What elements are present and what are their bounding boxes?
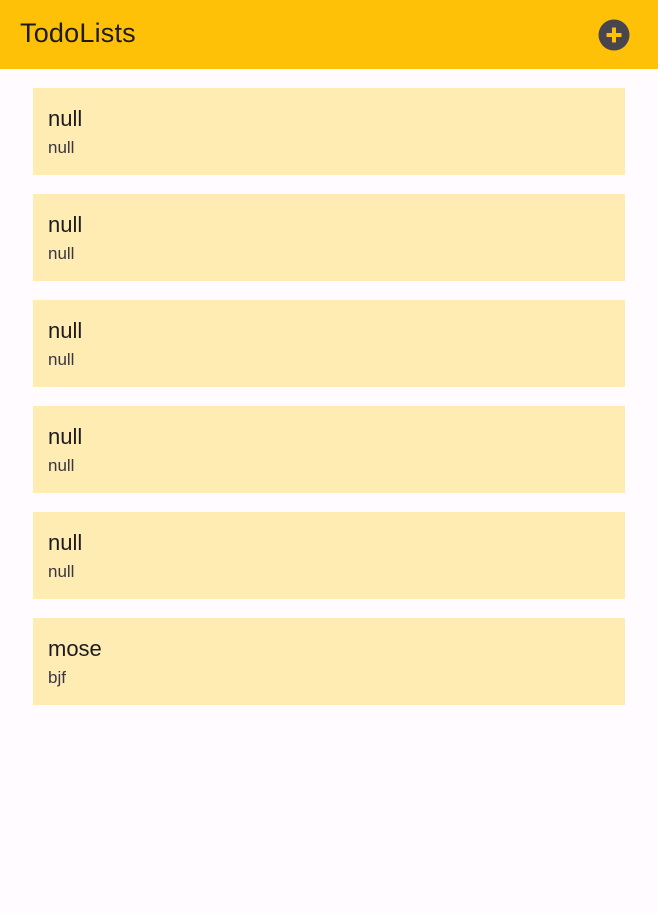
app-title: TodoLists (20, 18, 136, 48)
list-item-title: null (48, 106, 83, 131)
list-item-subtitle: null (48, 456, 75, 475)
list-item-title: mose (48, 636, 102, 661)
list-item-title: null (48, 424, 83, 449)
add-circle-icon (598, 19, 630, 51)
list-item-title: null (48, 212, 83, 237)
list-item[interactable]: null null (33, 512, 625, 599)
todo-list: null null null null null null null null … (33, 88, 625, 724)
list-item-subtitle: bjf (48, 668, 66, 687)
list-item-subtitle: null (48, 562, 75, 581)
list-item[interactable]: null null (33, 194, 625, 281)
app-bar: TodoLists (0, 0, 658, 69)
list-item-subtitle: null (48, 244, 75, 263)
list-item-title: null (48, 530, 83, 555)
list-item[interactable]: null null (33, 300, 625, 387)
list-item[interactable]: null null (33, 406, 625, 493)
add-list-button[interactable] (596, 17, 632, 53)
list-item[interactable]: mose bjf (33, 618, 625, 705)
list-item-subtitle: null (48, 138, 75, 157)
list-item-subtitle: null (48, 350, 75, 369)
list-item[interactable]: null null (33, 88, 625, 175)
list-item-title: null (48, 318, 83, 343)
